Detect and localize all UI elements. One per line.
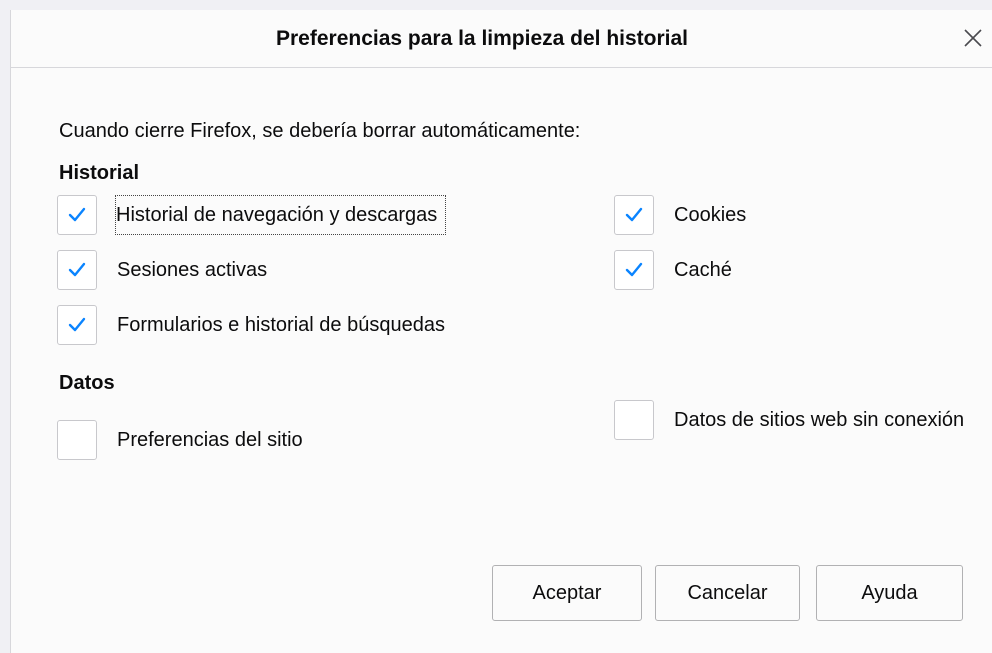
checkbox-row-offline-data[interactable]: Datos de sitios web sin conexión (614, 400, 974, 440)
forms-checkbox[interactable] (57, 305, 97, 345)
dialog-title: Preferencias para la limpieza del histor… (275, 27, 688, 50)
checkbox-row-sessions[interactable]: Sesiones activas (57, 250, 267, 290)
checkbox-row-site-prefs[interactable]: Preferencias del sitio (57, 420, 303, 460)
checkbox-row-forms[interactable]: Formularios e historial de búsquedas (57, 305, 445, 345)
historial-heading: Historial (59, 162, 140, 184)
checkbox-row-history[interactable]: Historial de navegación y descargas (57, 195, 447, 235)
cookies-label[interactable]: Cookies (674, 196, 746, 234)
datos-heading: Datos (59, 372, 115, 394)
cache-checkbox[interactable] (614, 250, 654, 290)
cookies-checkbox[interactable] (614, 195, 654, 235)
offline-data-label[interactable]: Datos de sitios web sin conexión (674, 400, 974, 440)
checkbox-row-cache[interactable]: Caché (614, 250, 732, 290)
checkmark-icon (68, 207, 86, 222)
site-prefs-label[interactable]: Preferencias del sitio (117, 421, 303, 459)
checkbox-row-cookies[interactable]: Cookies (614, 195, 746, 235)
close-icon[interactable] (959, 24, 987, 52)
accept-button[interactable]: Aceptar (492, 565, 642, 621)
checkmark-icon (625, 262, 643, 277)
offline-data-checkbox[interactable] (614, 400, 654, 440)
history-label[interactable]: Historial de navegación y descargas (115, 195, 447, 235)
cancel-button[interactable]: Cancelar (655, 565, 800, 621)
sessions-label[interactable]: Sesiones activas (117, 251, 267, 289)
checkmark-icon (625, 207, 643, 222)
history-checkbox[interactable] (57, 195, 97, 235)
dialog-titlebar: Preferencias para la limpieza del histor… (11, 10, 992, 68)
sessions-checkbox[interactable] (57, 250, 97, 290)
help-button[interactable]: Ayuda (816, 565, 963, 621)
checkmark-icon (68, 262, 86, 277)
checkmark-icon (68, 317, 86, 332)
site-prefs-checkbox[interactable] (57, 420, 97, 460)
intro-text: Cuando cierre Firefox, se debería borrar… (59, 120, 581, 142)
cache-label[interactable]: Caché (674, 251, 732, 289)
clear-history-settings-dialog: Preferencias para la limpieza del histor… (10, 10, 992, 653)
forms-label[interactable]: Formularios e historial de búsquedas (117, 306, 445, 344)
